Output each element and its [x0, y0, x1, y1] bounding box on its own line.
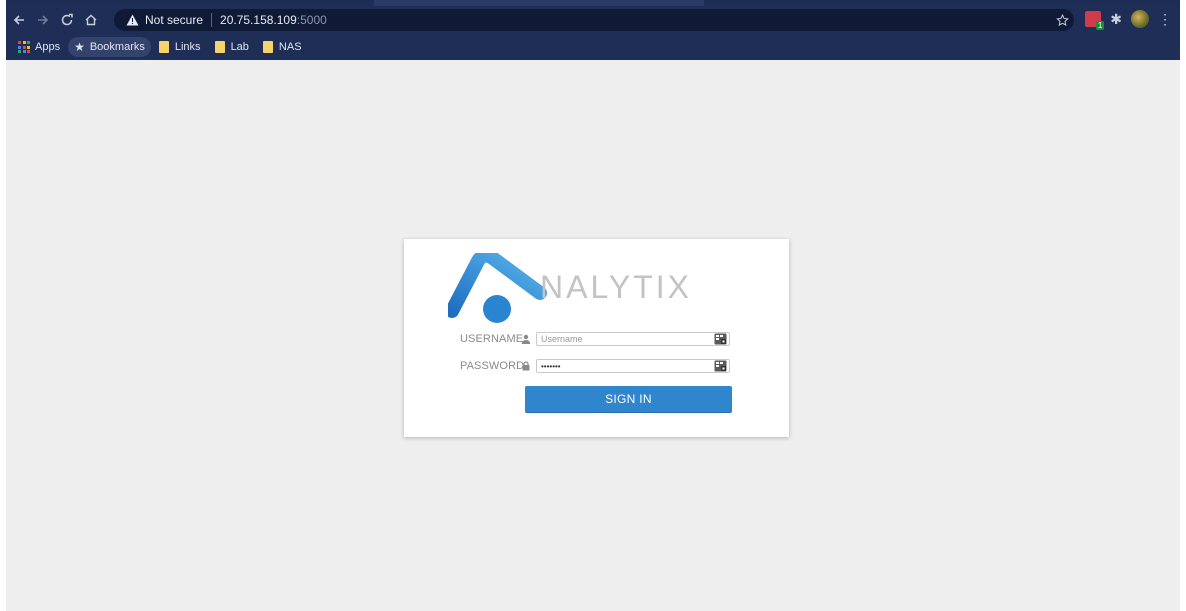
login-card: NALYTIX USERNAME PASSWORD SIGN IN — [404, 239, 789, 437]
bookmark-label: Links — [174, 41, 201, 53]
home-button[interactable] — [80, 9, 102, 31]
forward-button[interactable] — [32, 9, 54, 31]
bookmark-apps[interactable]: Apps — [12, 37, 66, 57]
folder-icon — [262, 41, 273, 53]
bookmarks-bar: Apps ★ Bookmarks Links Lab NAS — [6, 34, 1180, 60]
lock-icon — [520, 360, 532, 372]
bookmark-star-icon[interactable] — [1054, 12, 1070, 28]
password-label: PASSWORD — [460, 360, 525, 372]
password-field[interactable] — [536, 359, 730, 373]
password-row: PASSWORD — [460, 359, 730, 373]
browser-toolbar: Not secure 20.75.158.109:5000 1 ✱ ⋮ — [6, 6, 1180, 34]
password-input[interactable] — [537, 360, 711, 372]
extension-icon[interactable]: 1 — [1085, 11, 1105, 30]
username-label: USERNAME — [460, 333, 524, 345]
address-bar[interactable]: Not secure 20.75.158.109:5000 — [114, 9, 1074, 31]
username-input[interactable] — [537, 333, 711, 345]
bookmark-bookmarks[interactable]: ★ Bookmarks — [68, 37, 151, 57]
user-icon — [520, 333, 532, 345]
warning-triangle-icon[interactable] — [126, 13, 140, 27]
password-manager-icon[interactable] — [714, 333, 727, 345]
star-icon: ★ — [74, 40, 85, 54]
extension-badge-count: 1 — [1095, 21, 1105, 30]
profile-avatar[interactable] — [1131, 10, 1149, 28]
omnibox-divider — [211, 13, 213, 27]
logo-text: NALYTIX — [540, 269, 692, 305]
analytix-logo: NALYTIX — [448, 253, 692, 323]
password-manager-icon[interactable] — [714, 360, 727, 372]
bookmark-label: Apps — [35, 41, 61, 53]
bookmark-folder-nas[interactable]: NAS — [257, 37, 308, 57]
arrow-right-icon — [38, 15, 49, 25]
page-content: NALYTIX USERNAME PASSWORD SIGN IN — [6, 60, 1180, 611]
extensions-area: 1 ✱ ⋮ — [1085, 10, 1172, 30]
reload-icon — [61, 13, 73, 26]
back-button[interactable] — [8, 9, 30, 31]
url-host: 20.75.158.109 — [220, 13, 297, 27]
home-icon — [85, 14, 97, 26]
bookmark-label: Bookmarks — [89, 41, 145, 53]
bookmark-label: NAS — [278, 41, 302, 53]
username-row: USERNAME — [460, 332, 730, 346]
arrow-left-icon — [13, 15, 24, 25]
sign-in-button[interactable]: SIGN IN — [525, 386, 732, 412]
security-status-label[interactable]: Not secure — [145, 13, 203, 27]
folder-icon — [214, 41, 225, 53]
username-field[interactable] — [536, 332, 730, 346]
folder-icon — [158, 41, 169, 53]
url-port: :5000 — [296, 13, 327, 27]
reload-button[interactable] — [56, 9, 78, 31]
bookmark-folder-links[interactable]: Links — [153, 37, 207, 57]
kebab-menu-icon[interactable]: ⋮ — [1158, 11, 1172, 28]
apps-grid-icon — [18, 41, 30, 53]
puzzle-icon[interactable]: ✱ — [1110, 11, 1122, 28]
bookmark-folder-lab[interactable]: Lab — [209, 37, 255, 57]
bookmark-label: Lab — [230, 41, 249, 53]
